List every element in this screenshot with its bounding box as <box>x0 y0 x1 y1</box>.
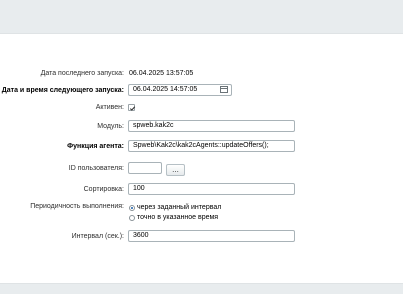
interval-value: 3600 <box>133 232 149 239</box>
period-label: Периодичность выполнения: <box>30 203 124 210</box>
period-interval-radio[interactable] <box>129 205 135 211</box>
module-value: spweb.kak2c <box>133 122 174 129</box>
sort-value: 100 <box>133 185 145 192</box>
module-input[interactable]: spweb.kak2c <box>128 120 295 132</box>
next-run-field[interactable]: 06.04.2025 14:57:05 <box>128 84 232 96</box>
checkmark-icon <box>129 106 136 111</box>
function-input[interactable]: Spweb\Kak2c\kak2cAgents::updateOffers(); <box>128 140 295 152</box>
sort-label: Сортировка: <box>83 186 124 193</box>
agent-edit-form: Дата последнего запуска: 06.04.2025 13:5… <box>0 33 403 284</box>
period-exact-radio[interactable] <box>129 215 135 221</box>
function-value: Spweb\Kak2c\kak2cAgents::updateOffers(); <box>133 142 269 149</box>
top-band <box>0 0 403 27</box>
function-label: Функция агента: <box>67 143 124 150</box>
active-checkbox[interactable] <box>128 104 136 111</box>
interval-label: Интервал (сек.): <box>71 233 124 240</box>
sort-input[interactable]: 100 <box>128 183 295 195</box>
next-run-label: Дата и время следующего запуска: <box>1 87 124 94</box>
last-run-label: Дата последнего запуска: <box>40 70 124 77</box>
calendar-icon[interactable] <box>220 86 228 93</box>
period-exact-label[interactable]: точно в указанное время <box>137 214 218 221</box>
last-run-value: 06.04.2025 13:57:05 <box>129 70 194 77</box>
interval-input[interactable]: 3600 <box>128 230 295 242</box>
period-interval-label[interactable]: через заданный интервал <box>137 204 221 211</box>
user-id-label: ID пользователя: <box>68 165 124 172</box>
active-label: Активен: <box>95 104 124 111</box>
user-id-input[interactable] <box>128 162 162 174</box>
next-run-value: 06.04.2025 14:57:05 <box>133 86 198 93</box>
user-select-button[interactable]: ... <box>166 164 185 176</box>
module-label: Модуль: <box>97 123 124 130</box>
